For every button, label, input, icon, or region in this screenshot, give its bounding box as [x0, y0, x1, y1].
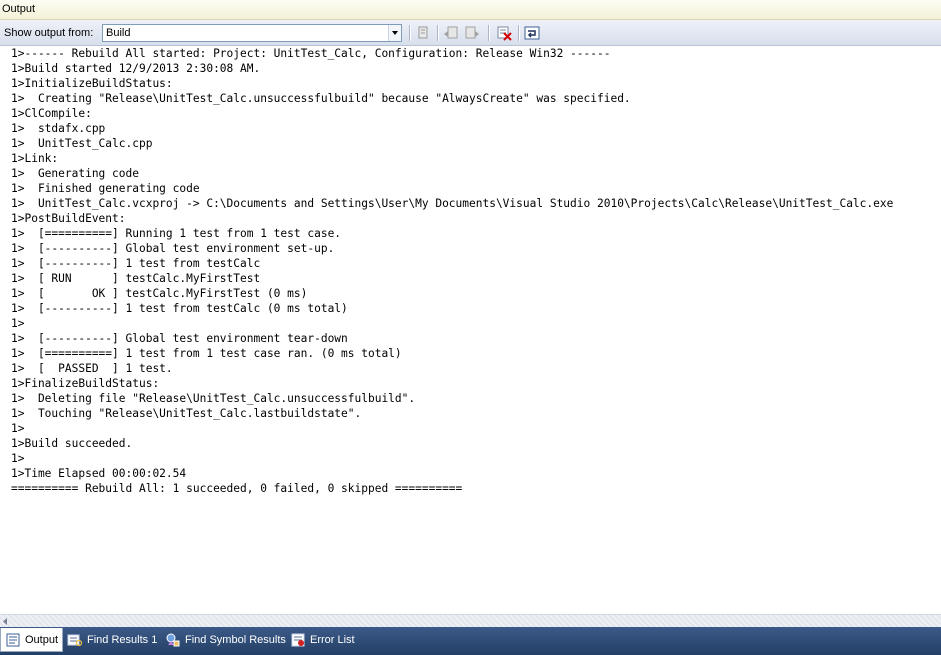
output-line: 1> [==========] Running 1 test from 1 te… — [11, 227, 342, 240]
tab-find-results-1[interactable]: Find Results 1 — [63, 628, 161, 652]
output-line: 1>ClCompile: — [11, 107, 92, 120]
tab-find-results-1-label: Find Results 1 — [87, 634, 158, 646]
error-list-icon — [291, 633, 305, 647]
tab-error-list[interactable]: Error List — [286, 628, 366, 652]
output-line: 1> [ OK ] testCalc.MyFirstTest (0 ms) — [11, 287, 308, 300]
output-toolbar: Show output from: Build — [0, 20, 941, 46]
previous-message-button[interactable] — [441, 23, 461, 43]
output-line: 1> UnitTest_Calc.cpp — [11, 137, 153, 150]
output-icon — [6, 633, 20, 646]
output-line: 1> [----------] 1 test from testCalc (0 … — [11, 302, 348, 315]
tab-find-symbol-results[interactable]: Find Symbol Results — [161, 628, 286, 652]
find-message-in-code-icon — [418, 26, 428, 39]
toggle-word-wrap-icon — [524, 26, 540, 40]
output-line: 1> [----------] 1 test from testCalc — [11, 257, 261, 270]
clear-all-button[interactable] — [494, 23, 514, 43]
next-message-button[interactable] — [462, 23, 482, 43]
toolbar-separator — [518, 25, 519, 41]
output-line: 1> Touching "Release\UnitTest_Calc.lastb… — [11, 407, 362, 420]
tab-error-list-label: Error List — [310, 634, 355, 646]
output-line: 1>InitializeBuildStatus: — [11, 77, 173, 90]
previous-message-icon — [444, 26, 458, 39]
tab-output[interactable]: Output — [0, 628, 63, 652]
output-line: 1> UnitTest_Calc.vcxproj -> C:\Documents… — [11, 197, 894, 210]
output-title-bar[interactable]: Output — [0, 0, 941, 20]
find-symbol-icon — [166, 633, 180, 647]
output-line: 1>Build succeeded. — [11, 437, 133, 450]
output-line: 1> Deleting file "Release\UnitTest_Calc.… — [11, 392, 416, 405]
output-line: 1> Generating code — [11, 167, 139, 180]
find-message-in-code-button[interactable] — [413, 23, 433, 43]
output-source-select[interactable]: Build — [102, 24, 402, 42]
output-line: 1> Finished generating code — [11, 182, 200, 195]
output-line: 1>Link: — [11, 152, 59, 165]
output-line: 1>FinalizeBuildStatus: — [11, 377, 160, 390]
window-title: Output — [2, 3, 36, 15]
output-window: Output Show output from: Build 1>------ … — [0, 0, 941, 655]
tab-find-symbol-results-label: Find Symbol Results — [185, 634, 286, 646]
toolbar-separator — [409, 25, 410, 41]
chevron-down-icon[interactable] — [388, 25, 401, 41]
output-line: 1> [----------] Global test environment … — [11, 242, 335, 255]
next-message-icon — [465, 26, 479, 39]
toolbar-separator — [488, 25, 489, 41]
output-line: ========== Rebuild All: 1 succeeded, 0 f… — [11, 482, 463, 495]
toolbar-separator — [437, 25, 438, 41]
output-source-value: Build — [106, 27, 131, 39]
clear-all-icon — [497, 26, 512, 41]
scroll-left-icon[interactable] — [1, 617, 10, 626]
output-line: 1> [----------] Global test environment … — [11, 332, 348, 345]
output-line: 1> [ RUN ] testCalc.MyFirstTest — [11, 272, 261, 285]
output-line: 1>Build started 12/9/2013 2:30:08 AM. — [11, 62, 261, 75]
output-line: 1> Creating "Release\UnitTest_Calc.unsuc… — [11, 92, 631, 105]
output-line: 1> [==========] 1 test from 1 test case … — [11, 347, 402, 360]
output-text-area[interactable]: 1>------ Rebuild All started: Project: U… — [0, 46, 941, 613]
toggle-word-wrap-button[interactable] — [522, 23, 542, 43]
output-line: 1> stdafx.cpp — [11, 122, 106, 135]
tab-output-label: Output — [25, 633, 59, 646]
find-results-icon — [67, 634, 83, 647]
horizontal-scrollbar[interactable] — [0, 614, 941, 627]
output-line: 1>------ Rebuild All started: Project: U… — [11, 47, 611, 60]
output-line: 1> [ PASSED ] 1 test. — [11, 362, 173, 375]
output-log: 1>------ Rebuild All started: Project: U… — [0, 46, 941, 496]
show-output-from-label: Show output from: — [4, 27, 94, 39]
tool-window-tab-bar: Output Find Results 1 Find Symbol Result… — [0, 627, 941, 655]
output-line: 1>Time Elapsed 00:00:02.54 — [11, 467, 187, 480]
output-line: 1> — [11, 317, 25, 330]
output-line: 1> — [11, 422, 25, 435]
output-line: 1>PostBuildEvent: — [11, 212, 126, 225]
output-line: 1> — [11, 452, 25, 465]
